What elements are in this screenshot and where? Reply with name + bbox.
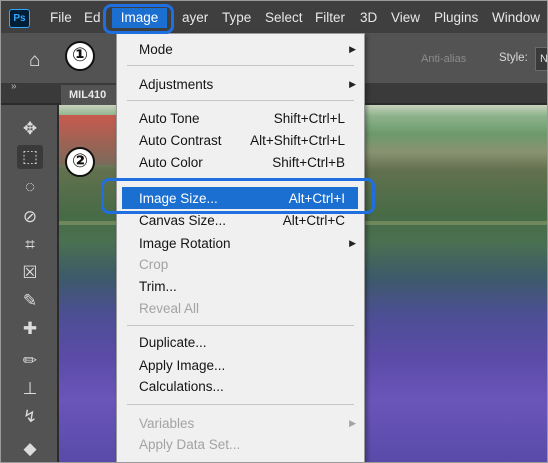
- brush-tool-icon[interactable]: ✏: [17, 349, 43, 373]
- submenu-arrow-icon: ▶: [349, 418, 356, 428]
- menu-type[interactable]: Type: [222, 10, 251, 25]
- menu-layer[interactable]: ayer: [182, 10, 208, 25]
- menu-bar: Ps File Ed ayer Type Select Filter 3D Vi…: [1, 1, 547, 33]
- submenu-arrow-icon: ▶: [349, 44, 356, 54]
- menu-edit[interactable]: Ed: [84, 10, 101, 25]
- style-value: N: [540, 53, 548, 65]
- frame-tool-icon[interactable]: ☒: [17, 261, 43, 285]
- image-size-highlight-frame: [101, 178, 375, 214]
- step-1-badge: ①: [65, 41, 95, 71]
- photoshop-window: Ps File Ed ayer Type Select Filter 3D Vi…: [0, 0, 548, 463]
- eyedropper-tool-icon[interactable]: ✎: [17, 289, 43, 313]
- lasso-tool-icon[interactable]: ◌: [17, 175, 43, 199]
- menu-item-apply-data-set: Apply Data Set...: [139, 437, 241, 452]
- move-tool-icon[interactable]: ✥: [17, 117, 43, 141]
- menu-item-canvas-size[interactable]: Canvas Size...: [139, 213, 226, 228]
- menu-item-adjustments[interactable]: Adjustments: [139, 77, 213, 92]
- shortcut-auto-tone: Shift+Ctrl+L: [273, 111, 345, 126]
- menu-item-duplicate[interactable]: Duplicate...: [139, 335, 207, 350]
- home-icon[interactable]: ⌂: [29, 50, 40, 72]
- history-brush-tool-icon[interactable]: ↯: [17, 405, 43, 429]
- eraser-tool-icon[interactable]: ◆: [17, 437, 43, 461]
- style-label: Style:: [499, 52, 528, 64]
- menu-item-auto-color[interactable]: Auto Color: [139, 155, 203, 170]
- menu-separator: [127, 65, 354, 66]
- menu-select[interactable]: Select: [265, 10, 303, 25]
- image-menu-dropdown: Mode ▶ Adjustments ▶ Auto Tone Shift+Ctr…: [116, 33, 365, 462]
- shortcut-canvas-size: Alt+Ctrl+C: [282, 213, 345, 228]
- menu-separator: [127, 100, 354, 101]
- menu-filter[interactable]: Filter: [315, 10, 345, 25]
- menu-3d[interactable]: 3D: [360, 10, 377, 25]
- menu-item-trim[interactable]: Trim...: [139, 279, 177, 294]
- menu-item-auto-contrast[interactable]: Auto Contrast: [139, 133, 222, 148]
- stamp-tool-icon[interactable]: ⊥: [17, 377, 43, 401]
- step-2-badge: ②: [65, 147, 95, 177]
- menu-item-reveal-all: Reveal All: [139, 301, 200, 316]
- menu-item-image-rotation[interactable]: Image Rotation: [139, 236, 231, 251]
- menu-item-mode[interactable]: Mode: [139, 42, 173, 57]
- expand-panel-icon[interactable]: »: [11, 81, 17, 92]
- menu-item-crop: Crop: [139, 257, 169, 272]
- anti-alias-option: Anti-alias: [421, 53, 467, 65]
- quick-select-tool-icon[interactable]: ⊘: [17, 205, 43, 229]
- menu-separator: [127, 325, 354, 326]
- crop-tool-icon[interactable]: ⌗: [17, 233, 43, 257]
- menu-window[interactable]: Window: [492, 10, 540, 25]
- menu-separator: [127, 404, 354, 405]
- submenu-arrow-icon: ▶: [349, 79, 356, 89]
- menu-view[interactable]: View: [391, 10, 420, 25]
- shortcut-auto-contrast: Alt+Shift+Ctrl+L: [250, 133, 345, 148]
- menu-item-auto-tone[interactable]: Auto Tone: [139, 111, 200, 126]
- marquee-tool-icon[interactable]: ⬚: [17, 145, 43, 169]
- submenu-arrow-icon: ▶: [349, 238, 356, 248]
- shortcut-auto-color: Shift+Ctrl+B: [272, 155, 345, 170]
- style-dropdown[interactable]: N: [535, 47, 548, 71]
- menu-item-variables: Variables: [139, 416, 195, 431]
- healing-brush-tool-icon[interactable]: ✚: [17, 317, 43, 341]
- menu-item-apply-image[interactable]: Apply Image...: [139, 358, 225, 373]
- menu-item-calculations[interactable]: Calculations...: [139, 379, 224, 394]
- image-menu-highlight-frame: [103, 4, 174, 34]
- tools-panel: ✥ ⬚ ◌ ⊘ ⌗ ☒ ✎ ✚ ✏ ⊥ ↯ ◆: [1, 105, 57, 462]
- menu-plugins[interactable]: Plugins: [434, 10, 478, 25]
- photoshop-logo-icon: Ps: [9, 9, 30, 28]
- menu-file[interactable]: File: [50, 10, 72, 25]
